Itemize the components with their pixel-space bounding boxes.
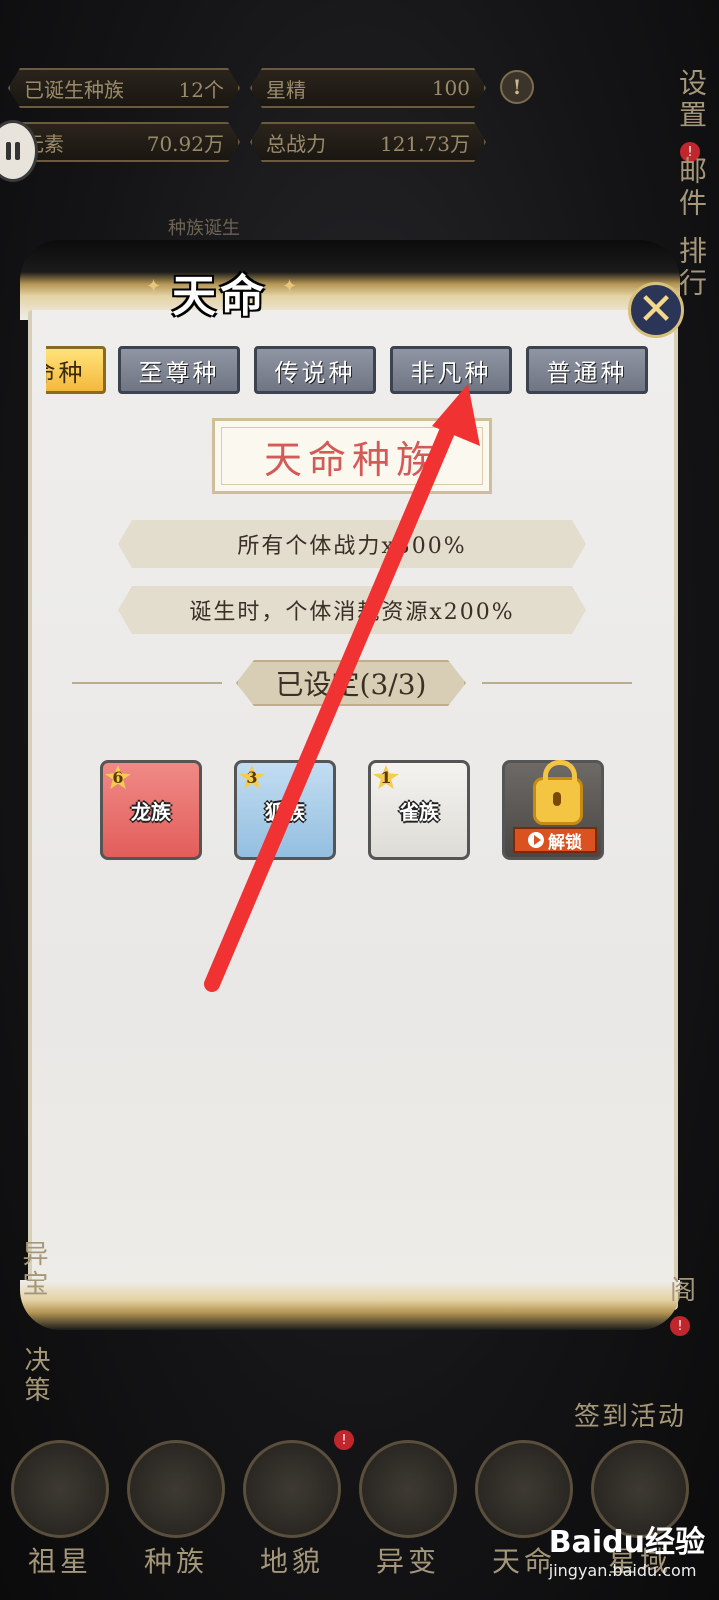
mutation-icon — [359, 1440, 457, 1538]
title-star-left-icon: ✦ — [146, 276, 162, 297]
unlock-label: 解锁 — [548, 832, 582, 853]
level-star-badge: 1 — [373, 765, 399, 789]
tab-common[interactable]: 普通种 — [526, 346, 648, 394]
effect-power: 所有个体战力x300% — [118, 520, 586, 568]
play-video-icon — [528, 832, 544, 848]
element-value: 70.92万 — [146, 131, 224, 156]
modal-title: 天命 — [172, 271, 268, 322]
race-name-banner: 天命种族 — [212, 418, 492, 494]
level-star-badge: 3 — [239, 765, 265, 789]
terrain-icon — [243, 1440, 341, 1538]
locked-race-slot[interactable]: 解锁 — [502, 760, 604, 860]
born-races-label: 已诞生种族 — [24, 77, 124, 102]
watermark-brand: Baidu经验 — [548, 1525, 705, 1560]
baidu-watermark: Baidu经验 jingyan.baidu.com — [549, 1517, 705, 1580]
tab-extraordinary[interactable]: 非凡种 — [390, 346, 512, 394]
lock-icon — [533, 760, 583, 825]
nav-terrain[interactable]: 地貌 — [240, 1440, 344, 1590]
star-essence-label: 星精 — [266, 77, 306, 102]
tab-bar: 天命种 至尊种 传说种 非凡种 普通种 — [46, 340, 654, 400]
tab-fate[interactable]: 天命种 — [46, 346, 106, 394]
nav-mutation[interactable]: 异变 — [356, 1440, 460, 1590]
nav-races[interactable]: 种族 — [124, 1440, 228, 1590]
unlock-button[interactable]: 解锁 — [513, 827, 597, 853]
total-power-value: 121.73万 — [380, 131, 470, 156]
total-power-label: 总战力 — [266, 131, 326, 156]
effect-resource: 诞生时，个体消耗资源x200% — [118, 586, 586, 634]
race-birth-label: 种族诞生 — [168, 218, 240, 239]
born-races-stat: 已诞生种族 12个 — [8, 68, 240, 108]
race-card-label: 龙族 — [131, 799, 171, 824]
signin-notification-dot: ! — [670, 1316, 690, 1336]
star-essence-value: 100 — [431, 76, 470, 100]
divider-left — [72, 682, 222, 684]
tab-legend[interactable]: 传说种 — [254, 346, 376, 394]
star-essence-stat: 星精 100 — [250, 68, 486, 108]
info-exclamation-icon[interactable]: ! — [500, 70, 534, 104]
divider-right — [482, 682, 632, 684]
decision-button[interactable]: 决策 — [14, 1346, 54, 1406]
modal-bottom-scroll — [20, 1280, 680, 1330]
nav-label: 异变 — [375, 1545, 440, 1578]
nav-home-star[interactable]: 祖星 — [8, 1440, 112, 1590]
race-card-label: 狐族 — [265, 799, 305, 824]
tab-supreme[interactable]: 至尊种 — [118, 346, 240, 394]
pavilion-button[interactable]: 阁 — [670, 1270, 696, 1307]
nav-label: 祖星 — [27, 1545, 92, 1578]
race-card-dragon[interactable]: 6 龙族 — [100, 760, 202, 860]
born-races-value: 12个 — [178, 77, 224, 102]
close-button[interactable]: ✕ — [628, 282, 684, 338]
modal-top-scroll — [20, 240, 680, 320]
settings-button[interactable]: 设置 — [649, 68, 711, 132]
title-star-right-icon: ✦ — [282, 276, 298, 297]
race-card-label: 雀族 — [399, 799, 439, 824]
race-card-sparrow[interactable]: 1 雀族 — [368, 760, 470, 860]
level-star-badge: 6 — [105, 765, 131, 789]
set-count-label: 已设定(3/3) — [236, 660, 466, 706]
element-stat: 元素 70.92万 — [8, 122, 240, 162]
signin-activity-button[interactable]: 签到活动 — [574, 1396, 686, 1433]
race-card-fox[interactable]: 3 狐族 — [234, 760, 336, 860]
mail-button[interactable]: 邮件 — [649, 156, 711, 220]
treasure-button[interactable]: 异宝 — [12, 1240, 52, 1300]
races-icon — [127, 1440, 225, 1538]
watermark-url: jingyan.baidu.com — [548, 1561, 697, 1580]
total-power-stat: 总战力 121.73万 — [250, 122, 486, 162]
nav-label: 地貌 — [259, 1545, 324, 1578]
home-star-icon — [11, 1440, 109, 1538]
nav-label: 种族 — [143, 1545, 208, 1578]
